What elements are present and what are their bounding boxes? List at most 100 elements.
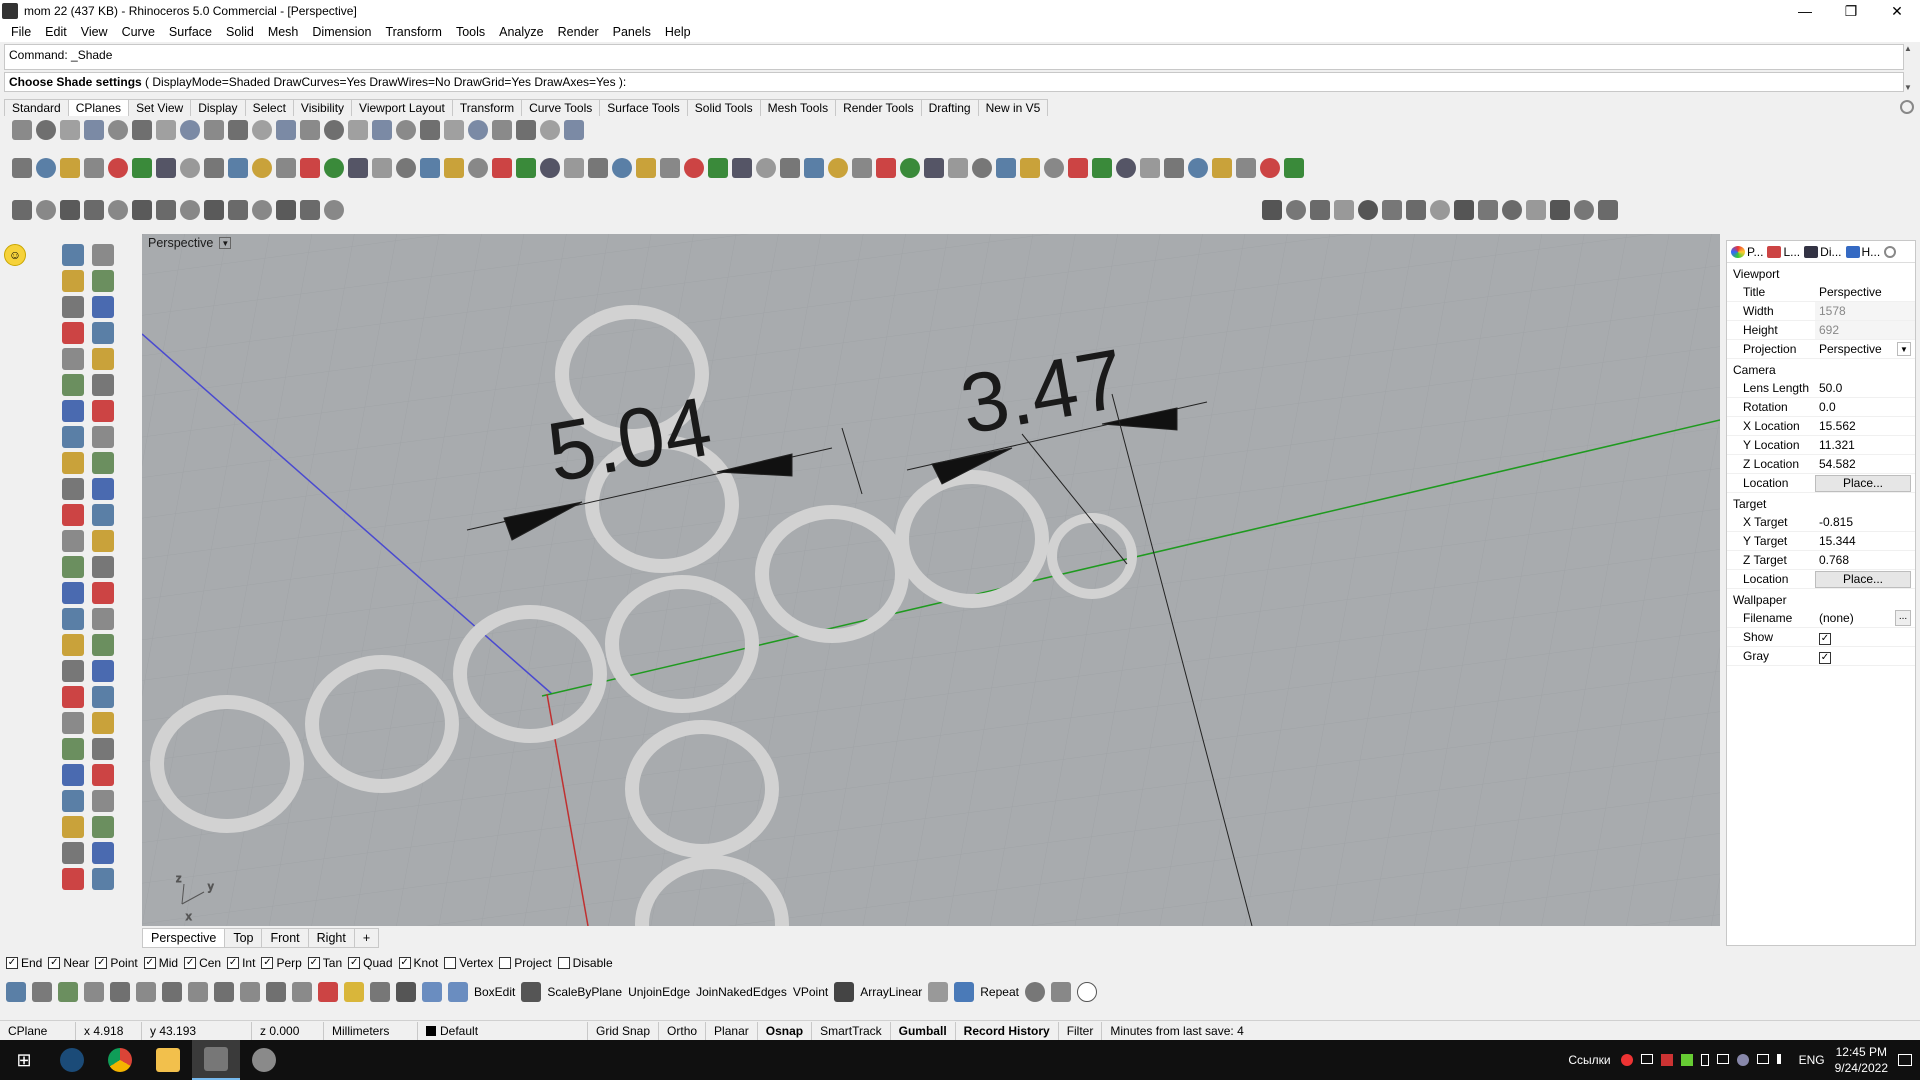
tool-icon[interactable] — [370, 982, 390, 1002]
sidebar-tool-icon[interactable] — [62, 660, 84, 682]
menu-mesh[interactable]: Mesh — [261, 25, 306, 39]
tool-icon[interactable] — [540, 158, 560, 178]
tool-icon[interactable] — [156, 200, 176, 220]
tool-icon[interactable] — [1044, 158, 1064, 178]
sidebar-tool-icon[interactable] — [92, 582, 114, 604]
menu-analyze[interactable]: Analyze — [492, 25, 550, 39]
command-prompt[interactable]: Choose Shade settings ( DisplayMode=Shad… — [4, 72, 1904, 92]
arraylinear-button[interactable]: ArrayLinear — [860, 985, 922, 999]
sidebar-tool-icon[interactable] — [92, 426, 114, 448]
tool-icon[interactable] — [972, 158, 992, 178]
osnap-knot[interactable]: ✓ Knot — [398, 956, 438, 970]
tool-icon[interactable] — [348, 158, 368, 178]
status-planar[interactable]: Planar — [706, 1021, 758, 1040]
panel-tab-layers[interactable]: L... — [1767, 245, 1800, 259]
panel-gear-icon[interactable] — [1884, 245, 1897, 258]
unjoinedge-button[interactable]: UnjoinEdge — [628, 985, 690, 999]
prop-value[interactable]: 50.0 — [1815, 381, 1915, 395]
tool-icon[interactable] — [36, 120, 56, 140]
tab-drafting[interactable]: Drafting — [920, 99, 979, 116]
tool-icon[interactable] — [924, 158, 944, 178]
sidebar-tool-icon[interactable] — [62, 790, 84, 812]
menu-dimension[interactable]: Dimension — [305, 25, 378, 39]
tool-icon[interactable] — [180, 120, 200, 140]
tool-icon[interactable] — [60, 200, 80, 220]
tool-icon[interactable] — [60, 158, 80, 178]
status-units[interactable]: Millimeters — [324, 1021, 418, 1040]
osnap-checkbox[interactable] — [499, 957, 512, 969]
menu-file[interactable]: File — [4, 25, 38, 39]
prop-value[interactable]: 0.0 — [1815, 400, 1915, 414]
sidebar-tool-icon[interactable] — [62, 816, 84, 838]
tool-icon[interactable] — [1598, 200, 1618, 220]
sidebar-tool-icon[interactable] — [92, 686, 114, 708]
tool-icon[interactable] — [372, 158, 392, 178]
tool-icon[interactable] — [1092, 158, 1112, 178]
sidebar-tool-icon[interactable] — [92, 608, 114, 630]
tool-icon[interactable] — [32, 982, 52, 1002]
osnap-perp[interactable]: ✓ Perp — [261, 956, 302, 970]
boxedit-icon[interactable] — [448, 982, 468, 1002]
tool-icon[interactable] — [396, 982, 416, 1002]
osnap-checkbox[interactable]: ✓ — [348, 957, 361, 969]
prop-value[interactable]: 11.321 — [1815, 438, 1915, 452]
repeat-icon[interactable] — [954, 982, 975, 1002]
tool-icon[interactable] — [852, 158, 872, 178]
osnap-near[interactable]: ✓ Near — [48, 956, 89, 970]
taskbar-steam[interactable] — [48, 1040, 96, 1080]
sidebar-tool-icon[interactable] — [62, 556, 84, 578]
tool-icon[interactable] — [1076, 982, 1097, 1002]
tool-icon[interactable] — [1406, 200, 1426, 220]
tool-icon[interactable] — [1550, 200, 1570, 220]
osnap-quad[interactable]: ✓ Quad — [348, 956, 393, 970]
status-ortho[interactable]: Ortho — [659, 1021, 707, 1040]
tray-clock[interactable]: 12:45 PM 9/24/2022 — [1835, 1044, 1888, 1076]
tool-icon[interactable] — [84, 200, 104, 220]
scalebyplane-icon[interactable] — [521, 982, 542, 1002]
sidebar-tool-icon[interactable] — [62, 426, 84, 448]
tool-icon[interactable] — [324, 200, 344, 220]
tool-icon[interactable] — [1334, 200, 1354, 220]
tab-display[interactable]: Display — [190, 99, 246, 116]
tool-icon[interactable] — [1454, 200, 1474, 220]
status-filter[interactable]: Filter — [1059, 1021, 1103, 1040]
tool-icon[interactable] — [1358, 200, 1378, 220]
tray-language[interactable]: ENG — [1799, 1053, 1825, 1067]
tool-icon[interactable] — [1286, 200, 1306, 220]
status-recordhistory[interactable]: Record History — [956, 1021, 1059, 1040]
osnap-disable[interactable]: Disable — [557, 956, 613, 970]
tool-icon[interactable] — [444, 158, 464, 178]
sidebar-tool-icon[interactable] — [92, 790, 114, 812]
prop-value[interactable]: 0.768 — [1815, 553, 1915, 567]
sidebar-tool-icon[interactable] — [62, 478, 84, 500]
tool-icon[interactable] — [84, 158, 104, 178]
repeat-button[interactable]: Repeat — [980, 985, 1019, 999]
osnap-checkbox[interactable]: ✓ — [261, 957, 274, 969]
tool-icon[interactable] — [1262, 200, 1282, 220]
tool-icon[interactable] — [324, 120, 344, 140]
tool-icon[interactable] — [928, 982, 949, 1002]
tool-icon[interactable] — [188, 982, 208, 1002]
tool-icon[interactable] — [1164, 158, 1184, 178]
osnap-checkbox[interactable] — [557, 957, 570, 969]
osnap-checkbox[interactable]: ✓ — [184, 957, 197, 969]
tab-select[interactable]: Select — [244, 99, 294, 116]
tab-solid-tools[interactable]: Solid Tools — [686, 99, 761, 116]
tool-icon[interactable] — [276, 158, 296, 178]
tool-icon[interactable] — [180, 200, 200, 220]
viewport-title-text[interactable]: Perspective — [148, 236, 213, 250]
panel-tab-display[interactable]: Di... — [1804, 245, 1842, 259]
viewport-menu-arrow-icon[interactable]: ▼ — [219, 237, 232, 249]
tool-icon[interactable] — [708, 158, 728, 178]
tray-icons[interactable] — [1620, 1054, 1789, 1066]
sidebar-tool-icon[interactable] — [92, 738, 114, 760]
tool-icon[interactable] — [36, 200, 56, 220]
viewport-tab-front[interactable]: Front — [261, 928, 309, 948]
tool-icon[interactable] — [60, 120, 80, 140]
tool-icon[interactable] — [780, 158, 800, 178]
panel-tab-properties[interactable]: P... — [1731, 245, 1763, 259]
sidebar-tool-icon[interactable] — [92, 270, 114, 292]
tool-icon[interactable] — [1284, 158, 1304, 178]
tool-icon[interactable] — [492, 158, 512, 178]
tool-icon[interactable] — [420, 158, 440, 178]
